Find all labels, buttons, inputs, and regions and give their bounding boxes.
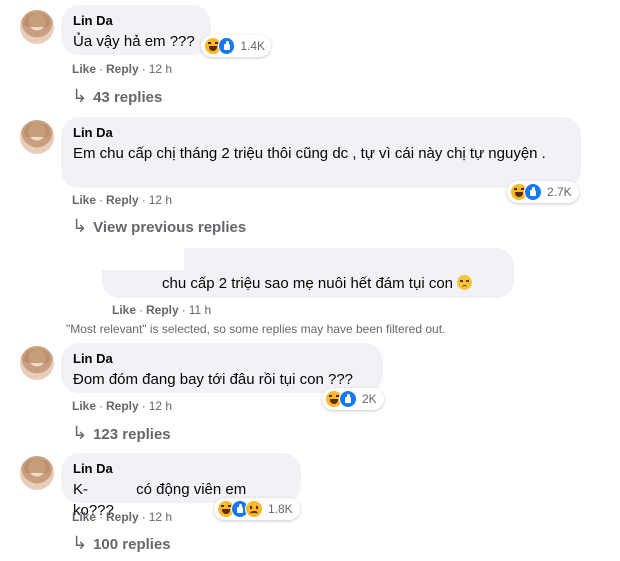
replies-label: 43 replies	[93, 89, 163, 106]
avatar[interactable]	[20, 120, 54, 154]
comment-actions: Like · Reply · 12 h	[72, 510, 173, 524]
avatar[interactable]	[20, 346, 54, 380]
view-replies-button[interactable]: ↳ 43 replies	[72, 86, 162, 107]
like-link[interactable]: Like	[112, 303, 136, 317]
view-previous-replies-button[interactable]: ↳ View previous replies	[72, 216, 246, 237]
comment-bubble: Lin Da Ủa vậy hả em ???	[61, 5, 211, 55]
comment-actions: Like · Reply · 12 h	[72, 399, 173, 413]
view-replies-button[interactable]: ↳ 123 replies	[72, 423, 171, 444]
reaction-summary[interactable]: 2K	[322, 388, 384, 410]
reply-arrow-icon: ↳	[72, 423, 88, 443]
redacted-area	[100, 246, 184, 270]
comment-actions: Like · Reply · 12 h	[72, 193, 173, 207]
reaction-count: 1.8K	[268, 502, 293, 516]
like-reaction-icon	[339, 390, 357, 408]
comment-text: Đom đóm đang bay tới đâu rồi tụi con ???	[73, 371, 353, 388]
like-link[interactable]: Like	[72, 399, 96, 413]
like-reaction-icon	[217, 37, 236, 55]
timestamp[interactable]: 11 h	[189, 303, 211, 317]
avatar[interactable]	[20, 456, 54, 490]
comment-bubble: Lin Da Em chu cấp chị tháng 2 triệu thôi…	[61, 117, 581, 188]
like-link[interactable]: Like	[72, 193, 96, 207]
comment-actions: Like · Reply · 12 h	[72, 62, 173, 76]
reaction-count: 2.7K	[547, 185, 572, 199]
timestamp[interactable]: 12 h	[149, 510, 172, 524]
reply-text: chu cấp 2 triệu sao mẹ nuôi hết đám tụi …	[162, 273, 473, 294]
comment-author[interactable]: Lin Da	[73, 351, 371, 366]
replies-label: 123 replies	[93, 426, 171, 443]
reply-arrow-icon: ↳	[72, 533, 88, 553]
comment-text: Em chu cấp chị tháng 2 triệu thôi cũng d…	[73, 145, 546, 162]
reaction-summary[interactable]: 1.8K	[214, 498, 300, 520]
timestamp[interactable]: 12 h	[149, 399, 172, 413]
view-replies-button[interactable]: ↳ 100 replies	[72, 533, 171, 554]
reaction-count: 2K	[362, 392, 377, 406]
avatar[interactable]	[20, 10, 54, 44]
sad-reaction-icon	[245, 500, 263, 518]
comment-author[interactable]: Lin Da	[73, 125, 569, 140]
reaction-count: 1.4K	[240, 39, 265, 53]
reply-link[interactable]: Reply	[146, 303, 179, 317]
comment-author[interactable]: Lin Da	[73, 461, 289, 476]
like-link[interactable]: Like	[72, 510, 96, 524]
comment-text: Ủa vậy hả em ???	[73, 33, 195, 50]
like-link[interactable]: Like	[72, 62, 96, 76]
reply-link[interactable]: Reply	[106, 510, 139, 524]
replies-label: 100 replies	[93, 536, 171, 553]
reaction-summary[interactable]: 2.7K	[507, 181, 579, 203]
pensive-emoji-icon	[457, 275, 473, 290]
reply-arrow-icon: ↳	[72, 216, 88, 236]
reply-link[interactable]: Reply	[106, 399, 139, 413]
view-previous-label: View previous replies	[93, 219, 247, 236]
like-reaction-icon	[524, 183, 542, 201]
filter-notice: "Most relevant" is selected, so some rep…	[66, 322, 446, 336]
reply-link[interactable]: Reply	[106, 193, 139, 207]
reply-arrow-icon: ↳	[72, 86, 88, 106]
timestamp[interactable]: 12 h	[149, 193, 172, 207]
reply-link[interactable]: Reply	[106, 62, 139, 76]
comment-bubble: Lin Da Đom đóm đang bay tới đâu rồi tụi …	[61, 343, 383, 393]
reaction-summary[interactable]: 1.4K	[201, 35, 271, 57]
redacted-name	[88, 482, 132, 496]
reply-actions: Like · Reply · 11 h	[112, 303, 212, 317]
comment-author[interactable]: Lin Da	[73, 13, 199, 28]
timestamp[interactable]: 12 h	[149, 62, 172, 76]
comment-bubble: Lin Da K- có động viên em ko???	[61, 453, 301, 519]
